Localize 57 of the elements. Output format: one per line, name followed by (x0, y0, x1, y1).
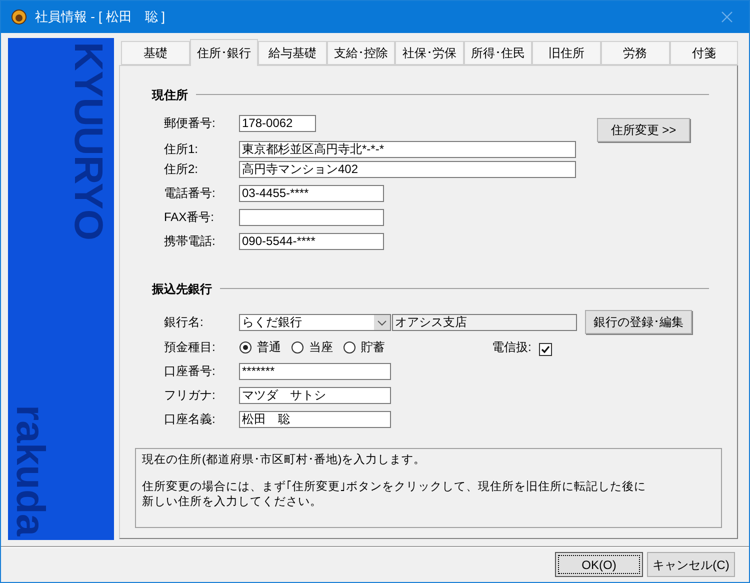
help-text: 現在の住所(都道府県･市区町村･番地)を入力します。 (142, 453, 427, 468)
field-label: 住所1: (164, 141, 200, 158)
radio-icon[interactable] (291, 340, 304, 354)
tab[interactable]: 住所･銀行 (190, 39, 258, 66)
radio-label: 当座 (309, 339, 333, 356)
field-label: 口座番号: (164, 363, 216, 380)
app-icon (11, 9, 27, 25)
checkbox[interactable] (539, 342, 552, 356)
radio-icon[interactable] (239, 340, 252, 354)
bank-register-button[interactable]: 銀行の登録･編集 (585, 310, 692, 334)
tab[interactable]: 労務 (600, 41, 670, 65)
input-field[interactable]: ******* (239, 362, 391, 380)
field-label: 口座名義: (164, 411, 216, 428)
help-text: 住所変更の場合には、まず｢住所変更｣ボタンをクリックして、現住所を旧住所に転記した後に (142, 480, 647, 495)
radio-label: 貯蓄 (361, 339, 385, 356)
section-title: 振込先銀行 (152, 281, 212, 298)
input-field[interactable]: マツダ サトシ (239, 386, 391, 404)
tab[interactable]: 支給･控除 (326, 41, 396, 65)
tab[interactable]: 基礎 (121, 41, 190, 65)
field-label: 電信扱: (492, 339, 532, 356)
radio-label: 普通 (257, 339, 281, 356)
bank-dropdown[interactable]: らくだ銀行 (239, 314, 391, 330)
field-label: 郵便番号: (164, 115, 216, 132)
help-text: 新しい住所を入力してください。 (142, 495, 323, 510)
radio-option[interactable]: 普通 (239, 338, 281, 356)
field-label: FAX番号: (164, 209, 216, 226)
address-change-button[interactable]: 住所変更 >> (597, 118, 690, 142)
field-label: 住所2: (164, 161, 200, 178)
tab[interactable]: 所得･住民 (464, 41, 532, 65)
window-title: 社員情報 - [ 松田 聡 ] (35, 8, 165, 26)
dialog-button[interactable]: OK(O) (555, 552, 643, 577)
radio-option[interactable]: 貯蓄 (343, 338, 385, 356)
input-field[interactable]: 03-4455-**** (239, 184, 384, 202)
tab[interactable]: 付箋 (670, 41, 738, 65)
input-field[interactable]: 松田 聡 (239, 410, 391, 428)
bank-name: らくだ銀行 (241, 314, 303, 331)
input-field[interactable]: 東京都杉並区高円寺北*-*-* (239, 140, 576, 158)
branch-field: オアシス支店 (392, 314, 577, 330)
field-label: 電話番号: (164, 185, 216, 202)
banner-text: KYUURYO (68, 42, 108, 241)
tab[interactable]: 社保･労保 (395, 41, 464, 65)
input-field[interactable]: 178-0062 (239, 114, 316, 132)
tab[interactable]: 給与基礎 (258, 41, 327, 65)
tab[interactable]: 旧住所 (532, 41, 601, 65)
field-label: 預金種目: (164, 339, 216, 356)
field-label: 銀行名: (164, 314, 204, 331)
radio-option[interactable]: 当座 (291, 338, 333, 356)
section-title: 現住所 (152, 87, 188, 104)
caret-icon[interactable] (374, 314, 390, 330)
dialog-button[interactable]: キャンセル(C) (647, 552, 735, 577)
field-label: フリガナ: (164, 387, 216, 404)
banner-text: rakuda (10, 404, 50, 536)
input-field[interactable]: 090-5544-**** (239, 232, 384, 250)
input-field[interactable] (239, 208, 384, 226)
field-label: 携帯電話: (164, 233, 216, 250)
radio-icon[interactable] (343, 340, 356, 354)
input-field[interactable]: 高円寺マンション402 (239, 160, 576, 178)
